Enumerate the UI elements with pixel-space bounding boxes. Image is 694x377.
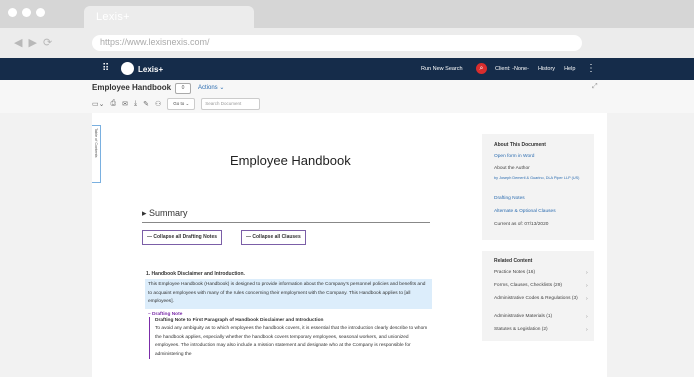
annotate-icon[interactable]: ✎ bbox=[143, 100, 149, 108]
url-text: https://www.lexisnexis.com/ bbox=[100, 37, 210, 47]
browser-nav: ◀ ▶ ⟳ bbox=[14, 36, 52, 49]
url-field[interactable]: https://www.lexisnexis.com/ bbox=[92, 35, 582, 51]
toc-label: Table of Contents bbox=[94, 128, 98, 158]
download-icon[interactable]: ⤓ bbox=[134, 100, 137, 108]
document-title: Employee Handbook bbox=[92, 83, 172, 92]
summary-divider bbox=[142, 222, 430, 223]
open-word-link[interactable]: Open form in Word bbox=[494, 154, 534, 159]
browser-tab[interactable]: Lexis+ bbox=[84, 6, 254, 28]
drafting-note-text: To avoid any ambiguity as to which emplo… bbox=[155, 326, 428, 357]
document-toolbar: ▭⌄ ⎙ ✉ ⤓ ✎ ⚇ Go to ⌄ Search Document bbox=[92, 98, 261, 110]
apps-menu-icon[interactable]: ⠿ bbox=[102, 63, 109, 74]
chevron-right-icon[interactable]: › bbox=[586, 296, 588, 302]
window-close-button[interactable] bbox=[8, 8, 17, 17]
address-bar-row: ◀ ▶ ⟳ https://www.lexisnexis.com/ bbox=[0, 28, 694, 59]
related-heading: Related Content bbox=[494, 258, 533, 264]
about-heading: About This Document bbox=[494, 142, 546, 148]
lexis-logo-icon bbox=[121, 62, 134, 75]
tab-title: Lexis+ bbox=[96, 11, 130, 23]
related-item[interactable]: Statutes & Legislation (2) bbox=[494, 327, 580, 333]
section-1: 1. Handbook Disclaimer and Introduction.… bbox=[145, 271, 432, 359]
browser-tab-bar: Lexis+ bbox=[0, 0, 694, 28]
search-icon[interactable]: ⌕ bbox=[476, 63, 487, 74]
drafting-note-body: Drafting Note to First Paragraph of Hand… bbox=[149, 316, 432, 359]
run-new-search-link[interactable]: Run New Search bbox=[421, 66, 463, 72]
about-author-label: About the Author bbox=[494, 166, 530, 171]
browser-window: Lexis+ ◀ ▶ ⟳ https://www.lexisnexis.com/… bbox=[0, 0, 694, 377]
reload-icon[interactable]: ⟳ bbox=[43, 36, 52, 49]
toc-tab[interactable]: Table of Contents bbox=[92, 125, 101, 183]
share-icon[interactable]: ⚇ bbox=[155, 100, 161, 108]
app-navbar: ⠿ Lexis+ Run New Search ⌕ Client: -None-… bbox=[0, 58, 694, 80]
collapse-drafting-notes-button[interactable]: — Collapse all Drafting Notes bbox=[142, 230, 223, 245]
goto-dropdown[interactable]: Go to ⌄ bbox=[167, 98, 196, 110]
summary-toggle[interactable]: ▸ Summary bbox=[142, 208, 188, 219]
nav-links: Client: -None- History Help bbox=[495, 66, 575, 72]
expand-icon[interactable]: ⤢ bbox=[592, 83, 598, 91]
chevron-right-icon[interactable]: › bbox=[586, 270, 588, 276]
content-area: Table of Contents Employee Handbook ▸ Su… bbox=[0, 113, 694, 377]
author-link[interactable]: by Joseph Demeril & Guarino, DLA Piper L… bbox=[494, 175, 589, 181]
back-icon[interactable]: ◀ bbox=[14, 36, 22, 49]
drafting-notes-link[interactable]: Drafting Notes bbox=[494, 196, 525, 201]
about-panel: About This Document Open form in Word Ab… bbox=[482, 134, 594, 240]
chevron-right-icon[interactable]: › bbox=[586, 314, 588, 320]
collapse-clauses-button[interactable]: — Collapse all Clauses bbox=[241, 230, 306, 245]
brand-name[interactable]: Lexis+ bbox=[138, 65, 163, 74]
actions-dropdown[interactable]: Actions ⌄ bbox=[198, 84, 224, 91]
chevron-right-icon[interactable]: › bbox=[586, 327, 588, 333]
document-header: Employee Handbook 0 Actions ⌄ ⤢ ▭⌄ ⎙ ✉ ⤓… bbox=[0, 80, 694, 114]
related-item[interactable]: Administrative Materials (1) bbox=[494, 314, 580, 320]
email-icon[interactable]: ✉ bbox=[122, 100, 128, 108]
chevron-right-icon[interactable]: › bbox=[586, 283, 588, 289]
related-item[interactable]: Forms, Clauses, Checklists (29) bbox=[494, 283, 580, 289]
document-badge[interactable]: 0 bbox=[175, 83, 191, 94]
alt-clauses-link[interactable]: Alternate & Optional Clauses bbox=[494, 209, 556, 214]
window-minimize-button[interactable] bbox=[22, 8, 31, 17]
current-as-of: Current as of: 07/13/2020 bbox=[494, 222, 549, 227]
history-link[interactable]: History bbox=[538, 66, 555, 72]
folder-icon[interactable]: ▭⌄ bbox=[92, 100, 104, 108]
document-heading: Employee Handbook bbox=[230, 153, 351, 168]
client-link[interactable]: Client: -None- bbox=[495, 66, 529, 72]
drafting-note-title: Drafting Note to First Paragraph of Hand… bbox=[155, 317, 324, 323]
related-item[interactable]: Administrative Codes & Regulations (3) bbox=[494, 296, 580, 302]
related-item[interactable]: Practice Notes (16) bbox=[494, 270, 580, 276]
window-zoom-button[interactable] bbox=[36, 8, 45, 17]
more-menu-icon[interactable]: ⋮ bbox=[586, 63, 596, 74]
forward-icon[interactable]: ▶ bbox=[28, 36, 36, 49]
print-icon[interactable]: ⎙ bbox=[110, 100, 116, 108]
search-document-input[interactable]: Search Document bbox=[201, 98, 261, 110]
section-text: This Employee Handbook (Handbook) is des… bbox=[145, 279, 432, 309]
section-heading: 1. Handbook Disclaimer and Introduction. bbox=[146, 271, 245, 277]
window-controls bbox=[8, 8, 45, 17]
related-panel: Related Content Practice Notes (16) › Fo… bbox=[482, 251, 594, 341]
summary-label: Summary bbox=[149, 208, 188, 218]
help-link[interactable]: Help bbox=[564, 66, 575, 72]
